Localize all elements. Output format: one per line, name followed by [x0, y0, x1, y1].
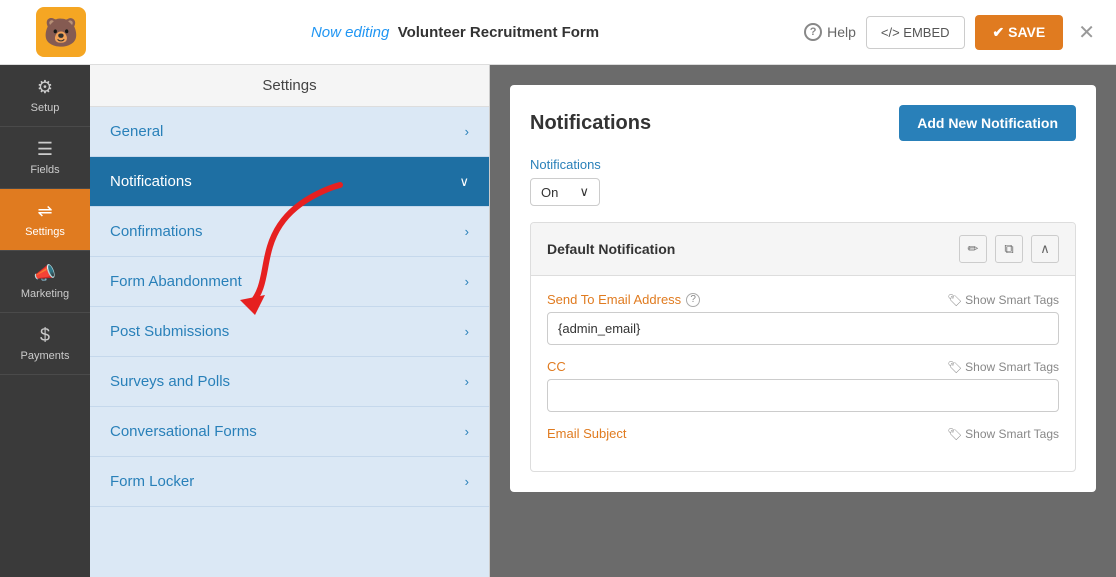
nav-item-conversational-forms[interactable]: Conversational Forms › [90, 407, 489, 457]
nav-item-form-abandonment[interactable]: Form Abandonment › [90, 257, 489, 307]
default-notification-title: Default Notification [547, 241, 675, 257]
default-notification-header: Default Notification ✏ ⧉ ∧ [531, 223, 1075, 276]
edit-notification-button[interactable]: ✏ [959, 235, 987, 263]
collapse-notification-button[interactable]: ∧ [1031, 235, 1059, 263]
send-to-label-text: Send To Email Address [547, 292, 681, 307]
info-icon-send-to: ? [686, 293, 700, 307]
logo-bear: 🐻 [36, 7, 86, 57]
sidebar-settings-label: Settings [25, 226, 65, 238]
send-to-email-label-row: Send To Email Address ? 🏷 Show Smart Tag… [547, 292, 1059, 307]
cc-row: CC 🏷 Show Smart Tags [547, 359, 1059, 412]
dropdown-chevron-icon: ∨ [579, 184, 589, 200]
embed-label: </> EMBED [881, 25, 950, 40]
top-center-info: Now editing Volunteer Recruitment Form [106, 24, 804, 41]
nav-form-locker-label: Form Locker [110, 473, 194, 490]
settings-header: Settings [90, 65, 489, 107]
send-to-email-row: Send To Email Address ? 🏷 Show Smart Tag… [547, 292, 1059, 345]
tag-icon-email-subject: 🏷 [947, 427, 962, 441]
default-notification-box: Default Notification ✏ ⧉ ∧ Send To Email… [530, 222, 1076, 472]
help-icon: ? [804, 23, 822, 41]
sidebar-item-payments[interactable]: $ Payments [0, 313, 90, 375]
form-name: Volunteer Recruitment Form [398, 24, 599, 41]
top-right-actions: ? Help </> EMBED ✔ SAVE ✕ [804, 15, 1100, 50]
nav-notifications-label: Notifications [110, 173, 192, 190]
nav-item-confirmations[interactable]: Confirmations › [90, 207, 489, 257]
sidebar-marketing-label: Marketing [21, 288, 69, 300]
embed-button[interactable]: </> EMBED [866, 16, 965, 49]
now-editing-label: Now editing [311, 24, 389, 41]
fields-icon: ☰ [37, 139, 53, 160]
send-to-email-input[interactable] [547, 312, 1059, 345]
tag-icon-cc: 🏷 [947, 360, 962, 374]
nav-item-notifications[interactable]: Notifications ∨ [90, 157, 489, 207]
email-subject-smart-tags-link[interactable]: 🏷 Show Smart Tags [947, 427, 1059, 441]
copy-notification-button[interactable]: ⧉ [995, 235, 1023, 263]
notification-actions: ✏ ⧉ ∧ [959, 235, 1059, 263]
email-subject-label-text: Email Subject [547, 426, 626, 441]
notification-panel: Notifications Add New Notification Notif… [510, 85, 1096, 492]
notifications-on-dropdown[interactable]: On ∨ [530, 178, 600, 206]
marketing-icon: 📣 [34, 263, 56, 284]
notifications-toggle-row: Notifications On ∨ [530, 157, 1076, 206]
nav-item-post-submissions[interactable]: Post Submissions › [90, 307, 489, 357]
close-button[interactable]: ✕ [1073, 15, 1100, 50]
save-button[interactable]: ✔ SAVE [975, 15, 1064, 50]
chevron-right-icon-surveys: › [465, 374, 469, 389]
on-value: On [541, 185, 558, 200]
email-subject-row: Email Subject 🏷 Show Smart Tags [547, 426, 1059, 441]
panel-header: Notifications Add New Notification [530, 105, 1076, 141]
sidebar-fields-label: Fields [30, 164, 59, 176]
add-new-notification-button[interactable]: Add New Notification [899, 105, 1076, 141]
nav-post-submissions-label: Post Submissions [110, 323, 229, 340]
nav-conversational-forms-label: Conversational Forms [110, 423, 257, 440]
email-subject-label-row: Email Subject 🏷 Show Smart Tags [547, 426, 1059, 441]
nav-item-general[interactable]: General › [90, 107, 489, 157]
logo-area: 🐻 [16, 7, 106, 57]
chevron-down-icon: ∨ [459, 174, 469, 190]
right-content: Notifications Add New Notification Notif… [490, 65, 1116, 577]
cc-label-text: CC [547, 359, 566, 374]
sidebar-item-fields[interactable]: ☰ Fields [0, 127, 90, 189]
cc-input[interactable] [547, 379, 1059, 412]
settings-icon: ⇌ [37, 201, 52, 222]
notifications-toggle-label: Notifications [530, 157, 1076, 172]
sidebar-item-marketing[interactable]: 📣 Marketing [0, 251, 90, 313]
sidebar-dark: ⚙ Setup ☰ Fields ⇌ Settings 📣 Marketing … [0, 65, 90, 577]
nav-surveys-polls-label: Surveys and Polls [110, 373, 230, 390]
sidebar-setup-label: Setup [31, 102, 60, 114]
sidebar-item-setup[interactable]: ⚙ Setup [0, 65, 90, 127]
save-label: ✔ SAVE [993, 24, 1046, 41]
chevron-right-icon-abandonment: › [465, 274, 469, 289]
send-to-smart-tags-link[interactable]: 🏷 Show Smart Tags [947, 293, 1059, 307]
help-button[interactable]: ? Help [804, 23, 856, 41]
nav-item-form-locker[interactable]: Form Locker › [90, 457, 489, 507]
nav-form-abandonment-label: Form Abandonment [110, 273, 242, 290]
tag-icon-send-to: 🏷 [947, 293, 962, 307]
send-to-email-label: Send To Email Address ? [547, 292, 700, 307]
top-bar: 🐻 Now editing Volunteer Recruitment Form… [0, 0, 1116, 65]
help-label: Help [827, 24, 856, 40]
sidebar-item-settings[interactable]: ⇌ Settings [0, 189, 90, 251]
left-nav: Settings General › Notifications ∨ Confi… [90, 65, 490, 577]
cc-smart-tags-link[interactable]: 🏷 Show Smart Tags [947, 360, 1059, 374]
panel-title: Notifications [530, 112, 651, 135]
chevron-right-icon-confirmations: › [465, 224, 469, 239]
chevron-right-icon: › [465, 124, 469, 139]
send-to-smart-tags-label: Show Smart Tags [965, 293, 1059, 307]
chevron-right-icon-post: › [465, 324, 469, 339]
cc-smart-tags-label: Show Smart Tags [965, 360, 1059, 374]
chevron-right-icon-conv: › [465, 424, 469, 439]
gear-icon: ⚙ [37, 77, 53, 98]
payments-icon: $ [40, 325, 50, 346]
email-subject-smart-tags-label: Show Smart Tags [965, 427, 1059, 441]
default-notification-body: Send To Email Address ? 🏷 Show Smart Tag… [531, 276, 1075, 471]
nav-general-label: General [110, 123, 163, 140]
main-layout: ⚙ Setup ☰ Fields ⇌ Settings 📣 Marketing … [0, 65, 1116, 577]
nav-confirmations-label: Confirmations [110, 223, 203, 240]
chevron-right-icon-locker: › [465, 474, 469, 489]
sidebar-payments-label: Payments [21, 350, 70, 362]
cc-label-row: CC 🏷 Show Smart Tags [547, 359, 1059, 374]
nav-item-surveys-polls[interactable]: Surveys and Polls › [90, 357, 489, 407]
